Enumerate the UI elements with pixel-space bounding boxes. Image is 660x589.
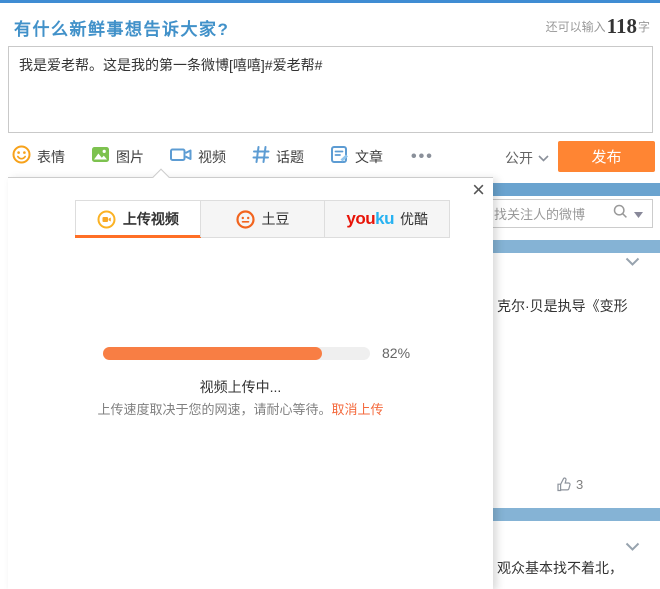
image-button-label: 图片 [116, 147, 144, 167]
char-counter-count: 118 [606, 14, 638, 38]
feed-search-box[interactable]: 找关注人的微博 [490, 199, 653, 228]
chevron-down-icon [538, 155, 549, 162]
publish-button[interactable]: 发布 [558, 141, 655, 172]
youku-logo-you: you [346, 209, 375, 228]
feed-module-header-bar-3 [490, 508, 660, 521]
tab-tudou[interactable]: 土豆 [200, 201, 325, 237]
page-top-accent-bar [0, 0, 660, 3]
compose-prompt-title: 有什么新鲜事想告诉大家? [14, 15, 229, 40]
video-button-label: 视频 [198, 147, 226, 167]
video-source-tabs: 上传视频 土豆 youku 优酷 [75, 200, 450, 238]
feed-post-snippet-1: 克尔·贝是执导《变形 [497, 296, 660, 316]
upload-status-hint: 上传速度取决于您的网速，请耐心等待。取消上传 [8, 399, 473, 418]
tab-upload-video[interactable]: 上传视频 [76, 201, 200, 237]
upload-video-camera-icon [97, 210, 116, 229]
cancel-upload-link[interactable]: 取消上传 [332, 402, 384, 417]
video-button[interactable]: 视频 [170, 145, 226, 169]
youku-logo-ku: ku [375, 209, 394, 228]
compose-toolbar: 表情 图片 视频 话题 文章 ••• [12, 141, 460, 173]
like-button[interactable]: 3 [556, 477, 583, 492]
tab-tudou-label: 土豆 [262, 209, 290, 229]
image-button[interactable]: 图片 [91, 145, 144, 169]
close-icon[interactable]: × [472, 179, 485, 201]
more-dots-icon: ••• [411, 148, 434, 166]
feed-post-snippet-2: 观众基本找不着北， [497, 558, 660, 578]
tab-youku[interactable]: youku 优酷 [324, 201, 449, 237]
feed-search-placeholder: 找关注人的微博 [491, 204, 611, 223]
upload-progress-fill [103, 347, 322, 360]
visibility-dropdown[interactable]: 公开 [505, 148, 549, 168]
char-counter-suffix: 字 [638, 20, 650, 34]
upload-progress-track [103, 347, 370, 360]
youku-logo: youku [346, 209, 394, 229]
thumbs-up-icon [556, 477, 572, 492]
image-icon [91, 145, 110, 169]
smiley-icon [12, 145, 31, 169]
upload-status-title: 视频上传中... [8, 377, 473, 397]
char-counter-prefix: 还可以输入 [546, 20, 606, 34]
upload-progress-row: 82% [8, 345, 493, 361]
tudou-face-icon [236, 210, 255, 229]
feed-module-header-bar-2 [490, 240, 660, 253]
video-camera-icon [170, 145, 192, 169]
tab-youku-label: 优酷 [400, 209, 428, 229]
search-icon[interactable] [613, 204, 628, 224]
collapse-post-chevron-icon-1[interactable] [625, 254, 640, 272]
feed-module-header-bar-1 [490, 183, 660, 196]
hashtag-icon [252, 145, 270, 169]
visibility-label: 公开 [505, 148, 533, 168]
topic-button-label: 话题 [276, 147, 304, 167]
weibo-compose-page: 有什么新鲜事想告诉大家? 还可以输入118字 我是爱老帮。这是我的第一条微博[嘻… [0, 0, 660, 589]
like-count: 3 [576, 477, 583, 492]
article-button[interactable]: 文章 [330, 145, 383, 169]
article-button-label: 文章 [355, 147, 383, 167]
upload-hint-text: 上传速度取决于您的网速，请耐心等待。 [97, 402, 331, 417]
article-icon [330, 145, 349, 169]
more-tools-button[interactable]: ••• [409, 148, 434, 166]
topic-button[interactable]: 话题 [252, 145, 304, 169]
search-filter-caret-icon[interactable] [634, 205, 643, 223]
collapse-post-chevron-icon-2[interactable] [625, 539, 640, 557]
emoji-button[interactable]: 表情 [12, 145, 65, 169]
emoji-button-label: 表情 [37, 147, 65, 167]
video-upload-dialog: × 上传视频 土豆 youku 优酷 82% [8, 177, 493, 589]
upload-progress-percent: 82% [382, 345, 410, 361]
compose-textarea[interactable]: 我是爱老帮。这是我的第一条微博[嘻嘻]#爱老帮# [8, 46, 653, 133]
char-counter: 还可以输入118字 [546, 14, 650, 39]
tab-upload-video-label: 上传视频 [123, 209, 179, 229]
